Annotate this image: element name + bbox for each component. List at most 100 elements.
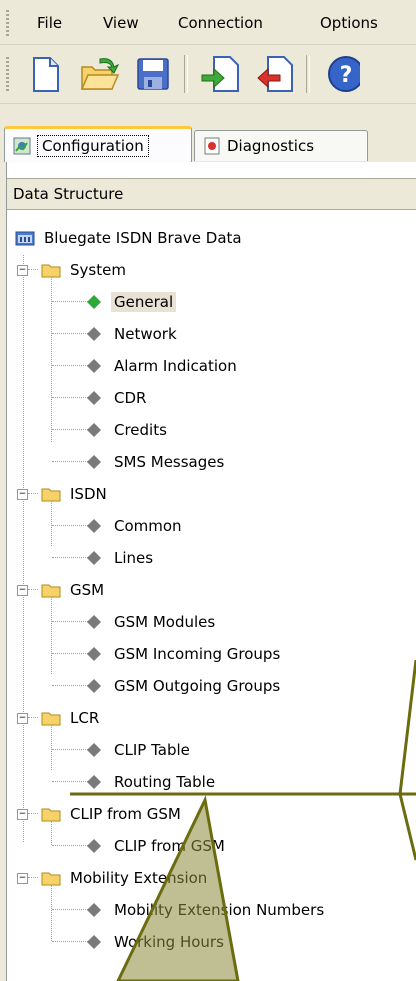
tree-line bbox=[52, 429, 88, 431]
tree-line bbox=[28, 493, 38, 495]
tree-item-common[interactable]: Common bbox=[87, 514, 185, 538]
item-icon bbox=[87, 743, 101, 757]
item-icon bbox=[87, 679, 101, 693]
tab-configuration[interactable]: Configuration bbox=[4, 126, 192, 162]
menu-bar: File View Connection Options bbox=[0, 0, 416, 45]
item-label: CLIP Table bbox=[114, 741, 190, 759]
collapse-mobility-extension-button[interactable]: − bbox=[17, 873, 28, 884]
open-folder-icon bbox=[80, 58, 120, 90]
folder-icon bbox=[41, 712, 61, 726]
item-label: Working Hours bbox=[114, 933, 224, 951]
save-icon bbox=[137, 58, 169, 90]
tree-group-mobility-extension[interactable]: Mobility Extension bbox=[41, 866, 210, 890]
item-label: GSM Modules bbox=[114, 613, 216, 631]
tab-configuration-label: Configuration bbox=[37, 134, 149, 157]
tree-item-working-hours[interactable]: Working Hours bbox=[87, 930, 227, 954]
folder-icon bbox=[41, 808, 61, 822]
group-label: Mobility Extension bbox=[70, 869, 208, 887]
tree-group-system[interactable]: System bbox=[41, 258, 129, 282]
tree-item-cdr[interactable]: CDR bbox=[87, 386, 149, 410]
item-label: SMS Messages bbox=[114, 453, 225, 471]
item-label: Mobility Extension Numbers bbox=[114, 901, 325, 919]
menu-connection[interactable]: Connection bbox=[178, 14, 263, 32]
tree-item-network[interactable]: Network bbox=[87, 322, 180, 346]
save-button[interactable] bbox=[132, 53, 174, 95]
item-icon bbox=[87, 935, 101, 949]
tree-item-clip-from-gsm[interactable]: CLIP from GSM bbox=[87, 834, 228, 858]
tree-line bbox=[28, 877, 38, 879]
tree-item-routing-table[interactable]: Routing Table bbox=[87, 770, 218, 794]
tree-item-sms-messages[interactable]: SMS Messages bbox=[87, 450, 227, 474]
item-icon bbox=[87, 423, 101, 437]
tab-diagnostics[interactable]: Diagnostics bbox=[194, 130, 368, 161]
item-icon bbox=[87, 455, 101, 469]
toolbar-separator bbox=[306, 55, 310, 93]
tree-group-clip-from-gsm[interactable]: CLIP from GSM bbox=[41, 802, 184, 826]
item-label: Lines bbox=[114, 549, 154, 567]
tree-line bbox=[52, 941, 88, 943]
group-label: GSM bbox=[70, 581, 105, 599]
menu-options[interactable]: Options bbox=[320, 14, 378, 32]
export-button[interactable] bbox=[254, 53, 296, 95]
tree-line bbox=[52, 333, 88, 335]
collapse-gsm-button[interactable]: − bbox=[17, 585, 28, 596]
tree-line bbox=[52, 781, 88, 783]
collapse-lcr-button[interactable]: − bbox=[17, 713, 28, 724]
tree-line bbox=[51, 501, 53, 546]
group-label: ISDN bbox=[70, 485, 107, 503]
collapse-clip-from-gsm-button[interactable]: − bbox=[17, 809, 28, 820]
tree-line bbox=[28, 717, 38, 719]
collapse-isdn-button[interactable]: − bbox=[17, 489, 28, 500]
item-icon bbox=[87, 647, 101, 661]
item-label: CDR bbox=[114, 389, 147, 407]
item-label: GSM Outgoing Groups bbox=[114, 677, 281, 695]
tree-line bbox=[52, 301, 88, 303]
group-label: CLIP from GSM bbox=[70, 805, 181, 823]
item-icon bbox=[87, 775, 101, 789]
import-icon bbox=[201, 56, 239, 92]
new-document-button[interactable] bbox=[24, 53, 66, 95]
item-icon bbox=[87, 327, 101, 341]
tree-line bbox=[28, 589, 38, 591]
item-label: Network bbox=[114, 325, 177, 343]
item-label: Alarm Indication bbox=[114, 357, 237, 375]
tree-item-alarm-indication[interactable]: Alarm Indication bbox=[87, 354, 240, 378]
tree-line bbox=[52, 365, 88, 367]
tree-root[interactable]: Bluegate ISDN Brave Data bbox=[15, 226, 245, 250]
collapse-system-button[interactable]: − bbox=[17, 265, 28, 276]
toolbar-grip[interactable] bbox=[6, 57, 9, 93]
tree-item-gsm-incoming-groups[interactable]: GSM Incoming Groups bbox=[87, 642, 283, 666]
tree-item-clip-table[interactable]: CLIP Table bbox=[87, 738, 193, 762]
tree-item-credits[interactable]: Credits bbox=[87, 418, 170, 442]
item-icon bbox=[87, 839, 101, 853]
tree-line bbox=[52, 909, 88, 911]
tree-line bbox=[52, 845, 88, 847]
tree-line bbox=[52, 621, 88, 623]
open-button[interactable] bbox=[78, 53, 120, 95]
tree-line bbox=[52, 685, 88, 687]
item-icon bbox=[87, 359, 101, 373]
tree-line bbox=[52, 557, 88, 559]
item-label: GSM Incoming Groups bbox=[114, 645, 281, 663]
import-button[interactable] bbox=[200, 53, 242, 95]
tree-view[interactable]: Bluegate ISDN Brave Data − System Genera… bbox=[7, 210, 416, 981]
tree-item-mobility-extension-numbers[interactable]: Mobility Extension Numbers bbox=[87, 898, 327, 922]
menu-grip[interactable] bbox=[6, 10, 9, 36]
menu-file[interactable]: File bbox=[37, 14, 62, 32]
tree-line bbox=[51, 821, 53, 845]
tree-item-lines[interactable]: Lines bbox=[87, 546, 156, 570]
selected-item-icon bbox=[87, 295, 101, 309]
diagnostics-icon bbox=[203, 137, 221, 155]
tree-item-gsm-modules[interactable]: GSM Modules bbox=[87, 610, 218, 634]
tree-line bbox=[52, 397, 88, 399]
item-icon bbox=[87, 391, 101, 405]
tree-item-gsm-outgoing-groups[interactable]: GSM Outgoing Groups bbox=[87, 674, 283, 698]
tree-line bbox=[51, 885, 53, 941]
help-button[interactable]: ? bbox=[318, 53, 364, 95]
menu-view-label: View bbox=[103, 14, 139, 32]
tree-item-general[interactable]: General bbox=[87, 290, 177, 314]
export-icon bbox=[257, 56, 293, 92]
menu-view[interactable]: View bbox=[103, 14, 139, 32]
panel-header: Data Structure bbox=[7, 178, 416, 210]
tree-line bbox=[23, 255, 25, 842]
